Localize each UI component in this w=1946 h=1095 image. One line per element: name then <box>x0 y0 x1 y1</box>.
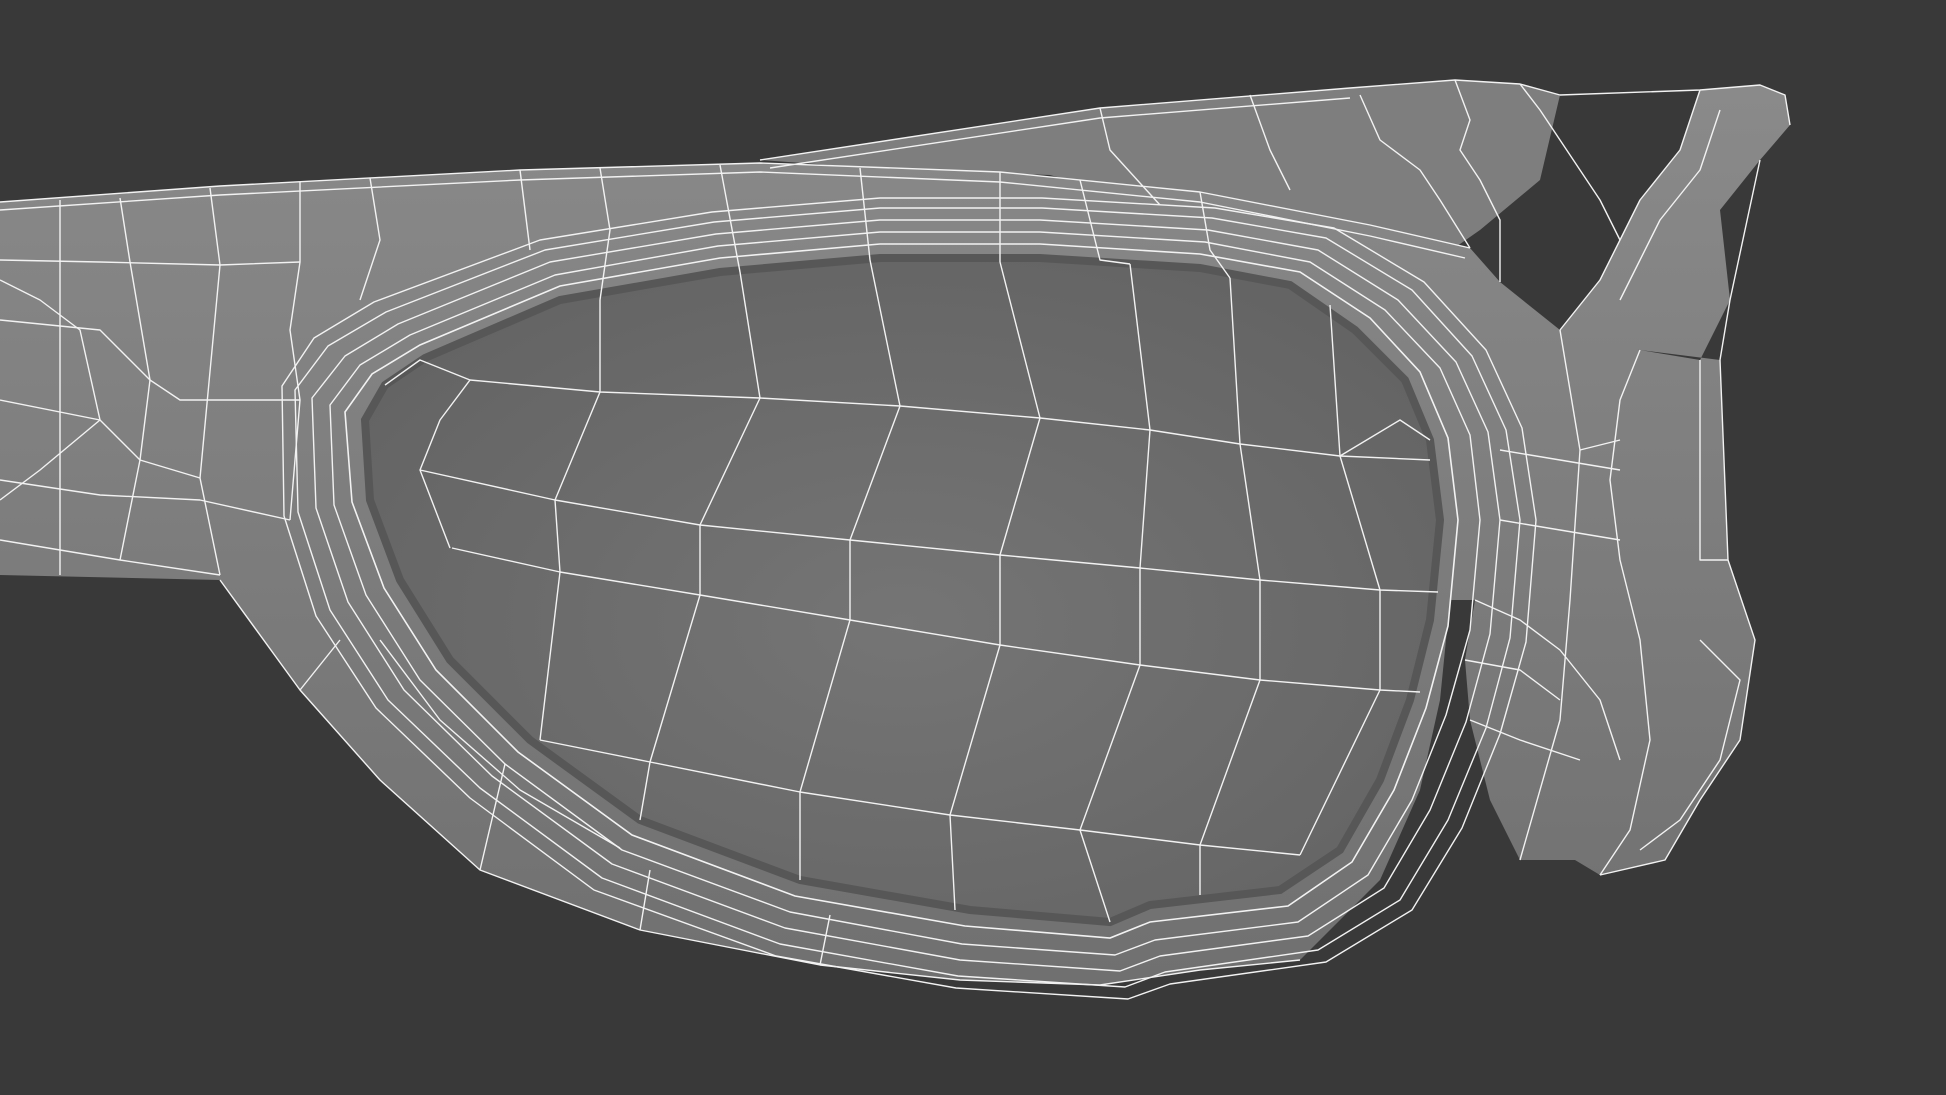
wireframe-render <box>0 0 1946 1095</box>
viewport <box>0 0 1946 1095</box>
